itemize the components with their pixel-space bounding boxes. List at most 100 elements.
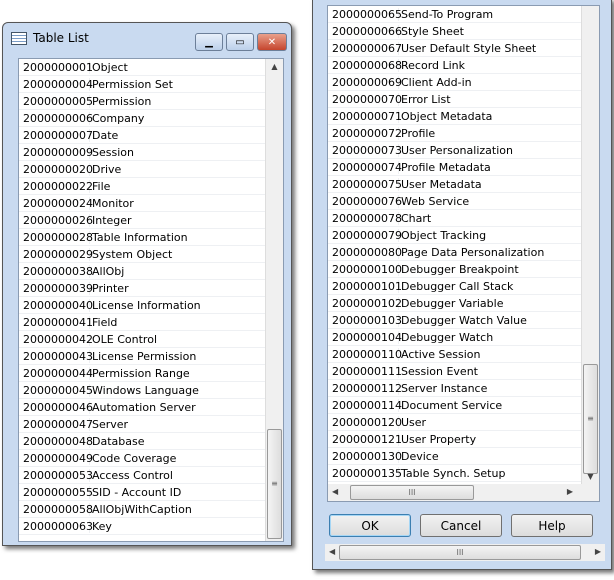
table-row[interactable]: 2000000071 Object Metadata: [328, 108, 599, 125]
help-button[interactable]: Help: [511, 514, 593, 537]
table-row[interactable]: 2000000026 Integer: [19, 212, 283, 229]
table-name: System Object: [92, 247, 173, 261]
maximize-button[interactable]: ▭: [226, 33, 254, 51]
table-id: 2000000044: [19, 366, 93, 380]
table-name: User: [401, 415, 427, 429]
ok-button[interactable]: OK: [329, 514, 411, 537]
table-name: Chart: [401, 211, 432, 225]
table-row[interactable]: 2000000066 Style Sheet: [328, 23, 599, 40]
table-row[interactable]: 2000000005 Permission: [19, 93, 283, 110]
table-row[interactable]: 2000000070 Error List: [328, 91, 599, 108]
table-row[interactable]: 2000000111 Session Event: [328, 363, 599, 380]
table-row[interactable]: 2000000079 Object Tracking: [328, 227, 599, 244]
table-row[interactable]: 2000000004 Permission Set: [19, 76, 283, 93]
table-name: User Default Style Sheet: [401, 41, 537, 55]
table-id: 2000000043: [19, 349, 93, 363]
table-row[interactable]: 2000000130 Device: [328, 448, 599, 465]
scroll-right-icon[interactable]: ▶: [567, 487, 573, 496]
close-button[interactable]: ✕: [257, 33, 287, 51]
table-row[interactable]: 2000000065 Send-To Program: [328, 6, 599, 23]
table-row[interactable]: 2000000078 Chart: [328, 210, 599, 227]
table-row[interactable]: 2000000101 Debugger Call Stack: [328, 278, 599, 295]
table-row[interactable]: 2000000110 Active Session: [328, 346, 599, 363]
table-id: 2000000042: [19, 332, 93, 346]
scroll-thumb[interactable]: III: [339, 545, 581, 560]
table-row[interactable]: 2000000009 Session: [19, 144, 283, 161]
scroll-thumb[interactable]: ≡: [583, 364, 598, 474]
table-id: 2000000101: [328, 279, 402, 293]
table-row[interactable]: 2000000074 Profile Metadata: [328, 159, 599, 176]
table-row[interactable]: 2000000073 User Personalization: [328, 142, 599, 159]
minimize-icon: ▁: [205, 36, 213, 48]
table-row[interactable]: 2000000022 File: [19, 178, 283, 195]
table-name: Key: [92, 519, 112, 533]
table-row[interactable]: 2000000045 Windows Language: [19, 382, 283, 399]
table-name: Session Event: [401, 364, 478, 378]
table-row[interactable]: 2000000024 Monitor: [19, 195, 283, 212]
table-row[interactable]: 2000000042 OLE Control: [19, 331, 283, 348]
table-row[interactable]: 2000000121 User Property: [328, 431, 599, 448]
table-row[interactable]: 2000000040 License Information: [19, 297, 283, 314]
vertical-scrollbar[interactable]: ▲ ≡: [265, 59, 283, 541]
table-row[interactable]: 2000000006 Company: [19, 110, 283, 127]
scroll-up-icon[interactable]: ▲: [266, 62, 283, 71]
table-row[interactable]: 2000000048 Database: [19, 433, 283, 450]
table-id: 2000000112: [328, 381, 402, 395]
horizontal-scrollbar[interactable]: ◀ III ▶: [328, 484, 599, 501]
table-row[interactable]: 2000000020 Drive: [19, 161, 283, 178]
table-row[interactable]: 2000000001 Object: [19, 59, 283, 76]
table-row[interactable]: 2000000038 AllObj: [19, 263, 283, 280]
table-row[interactable]: 2000000120 User: [328, 414, 599, 431]
table-row[interactable]: 2000000114 Document Service: [328, 397, 599, 414]
scroll-thumb[interactable]: III: [350, 485, 474, 500]
table-row[interactable]: 2000000100 Debugger Breakpoint: [328, 261, 599, 278]
table-name: Server: [92, 417, 129, 431]
table-row[interactable]: 2000000049 Code Coverage: [19, 450, 283, 467]
scroll-left-icon[interactable]: ◀: [332, 487, 338, 496]
table-row[interactable]: 2000000135 Table Synch. Setup: [328, 465, 599, 482]
vertical-scrollbar[interactable]: ≡ ▼: [581, 6, 599, 484]
table-name: Permission Set: [92, 77, 173, 91]
table-row[interactable]: 2000000063 Key: [19, 518, 283, 535]
table-row[interactable]: 2000000075 User Metadata: [328, 176, 599, 193]
table-row[interactable]: 2000000007 Date: [19, 127, 283, 144]
table-row[interactable]: 2000000067 User Default Style Sheet: [328, 40, 599, 57]
table-name: OLE Control: [92, 332, 157, 346]
table-row[interactable]: 2000000028 Table Information: [19, 229, 283, 246]
table-row[interactable]: 2000000072 Profile: [328, 125, 599, 142]
table-row[interactable]: 2000000044 Permission Range: [19, 365, 283, 382]
table-row[interactable]: 2000000069 Client Add-in: [328, 74, 599, 91]
table-row[interactable]: 2000000055 SID - Account ID: [19, 484, 283, 501]
table-row[interactable]: 2000000029 System Object: [19, 246, 283, 263]
table-row[interactable]: 2000000043 License Permission: [19, 348, 283, 365]
table-row[interactable]: 2000000080 Page Data Personalization: [328, 244, 599, 261]
table-row[interactable]: 2000000041 Field: [19, 314, 283, 331]
table-row[interactable]: 2000000112 Server Instance: [328, 380, 599, 397]
scroll-thumb[interactable]: ≡: [267, 429, 282, 539]
table-id: 2000000058: [19, 502, 93, 516]
scroll-right-icon[interactable]: ▶: [595, 547, 601, 556]
table-name: Object Tracking: [401, 228, 487, 242]
table-row[interactable]: 2000000046 Automation Server: [19, 399, 283, 416]
scroll-left-icon[interactable]: ◀: [329, 547, 335, 556]
cancel-button[interactable]: Cancel: [420, 514, 502, 537]
table-row[interactable]: 2000000058 AllObjWithCaption: [19, 501, 283, 518]
table-row[interactable]: 2000000053 Access Control: [19, 467, 283, 484]
scroll-down-icon[interactable]: ▼: [582, 472, 599, 481]
table-row[interactable]: 2000000104 Debugger Watch: [328, 329, 599, 346]
table-id: 2000000055: [19, 485, 93, 499]
table-id: 2000000039: [19, 281, 93, 295]
table-id: 2000000006: [19, 111, 93, 125]
table-row[interactable]: 2000000039 Printer: [19, 280, 283, 297]
table-name: Session: [92, 145, 134, 159]
minimize-button[interactable]: ▁: [195, 33, 223, 51]
table-row[interactable]: 2000000047 Server: [19, 416, 283, 433]
window-horizontal-scrollbar[interactable]: ◀ III ▶: [325, 544, 605, 561]
table-name: Debugger Watch: [401, 330, 494, 344]
table-row[interactable]: 2000000068 Record Link: [328, 57, 599, 74]
table-row[interactable]: 2000000076 Web Service: [328, 193, 599, 210]
table-row[interactable]: 2000000102 Debugger Variable: [328, 295, 599, 312]
table-name: License Information: [92, 298, 201, 312]
table-id: 2000000121: [328, 432, 402, 446]
table-row[interactable]: 2000000103 Debugger Watch Value: [328, 312, 599, 329]
